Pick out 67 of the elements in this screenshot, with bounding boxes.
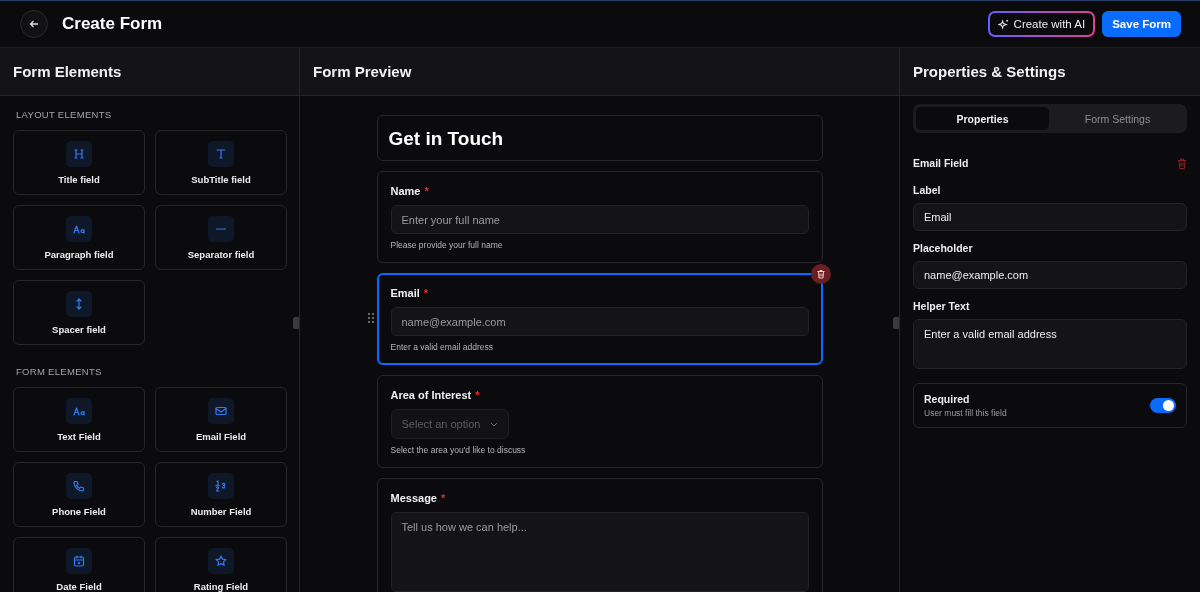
delete-button[interactable] <box>810 264 831 284</box>
element-tile[interactable]: Phone Field <box>13 462 145 527</box>
form-title[interactable]: Get in Touch <box>376 115 823 161</box>
panel-title: Properties & Settings <box>913 63 1066 80</box>
letter-icon <box>214 146 228 161</box>
element-tile[interactable]: SubTitle field <box>155 130 287 195</box>
trash-icon[interactable] <box>1177 157 1187 169</box>
section-title: Email Field <box>913 157 969 169</box>
sparkle-icon <box>997 18 1009 30</box>
save-form-button[interactable]: Save Form <box>1102 11 1181 37</box>
input-field[interactable]: name@example.com <box>390 307 809 336</box>
field-label: Message <box>390 492 437 504</box>
create-with-ai-button[interactable]: Create with AI <box>987 11 1096 37</box>
helper-text: Please provide your full name <box>390 240 504 250</box>
field-label: Placeholder <box>913 242 974 254</box>
chevron-down-icon <box>490 421 499 427</box>
form-field-card[interactable]: Message * Tell us how we can help... <box>376 478 823 592</box>
dash-icon <box>216 227 226 230</box>
tab[interactable]: Properties <box>916 107 1049 130</box>
required-asterisk: * <box>423 287 429 299</box>
input-field[interactable]: Email <box>913 203 1187 231</box>
element-tile[interactable]: Date Field <box>13 537 145 592</box>
textarea-field[interactable]: Tell us how we can help... <box>390 512 809 592</box>
toggle-switch[interactable] <box>1150 398 1176 413</box>
resize-handle[interactable] <box>893 317 899 329</box>
helper-text: Select the area you'd like to discuss <box>390 445 527 455</box>
panel-title: Form Preview <box>313 63 412 80</box>
resize-handle[interactable] <box>293 317 299 329</box>
section-heading: LAYOUT ELEMENTS <box>15 108 113 122</box>
heading-icon <box>72 146 86 161</box>
form-field-card[interactable]: Name * Enter your full name Please provide your full name <box>376 171 823 263</box>
element-tile[interactable]: Title field <box>13 130 145 195</box>
input-field[interactable]: name@example.com <box>913 261 1187 289</box>
panel-title: Form Elements <box>13 63 122 80</box>
field-label: Email <box>390 287 420 299</box>
back-button[interactable] <box>20 10 48 38</box>
element-tile[interactable]: Number Field <box>155 462 287 527</box>
element-tile[interactable]: Separator field <box>155 205 287 270</box>
field-label: Area of Interest <box>390 389 472 401</box>
helper-text: Enter a valid email address <box>390 342 495 352</box>
numbers-icon <box>214 478 228 493</box>
element-tile[interactable]: Email Field <box>155 387 287 452</box>
required-asterisk: * <box>475 389 480 401</box>
page-title: Create Form <box>62 14 163 34</box>
setting-label: Required <box>924 393 971 405</box>
calendar-icon <box>72 553 86 568</box>
required-asterisk: * <box>441 492 446 504</box>
drag-handle-icon[interactable] <box>367 313 374 323</box>
field-label: Name <box>390 185 421 197</box>
field-label: Label <box>913 184 942 196</box>
section-heading: FORM ELEMENTS <box>15 365 103 379</box>
back-arrow-icon <box>29 19 39 29</box>
field-label: Helper Text <box>913 300 971 312</box>
element-tile[interactable]: Text Field <box>13 387 145 452</box>
star-icon <box>214 553 228 568</box>
form-field-card[interactable]: Email * name@example.com Enter a valid email address <box>376 273 823 365</box>
trash-icon <box>815 269 826 279</box>
element-tile[interactable]: Spacer field <box>13 280 145 345</box>
textarea-field[interactable]: Enter a valid email address <box>913 319 1187 369</box>
tab[interactable]: Form Settings <box>1051 107 1184 130</box>
phone-icon <box>72 478 86 493</box>
form-field-card[interactable]: Area of Interest * Select an option Select the area you'd like to discuss <box>376 375 823 468</box>
element-tile[interactable]: Rating Field <box>155 537 287 592</box>
element-tile[interactable]: Paragraph field <box>13 205 145 270</box>
required-asterisk: * <box>424 185 429 197</box>
input-field[interactable]: Enter your full name <box>390 205 809 234</box>
setting-description: User must fill this field <box>924 408 1007 418</box>
